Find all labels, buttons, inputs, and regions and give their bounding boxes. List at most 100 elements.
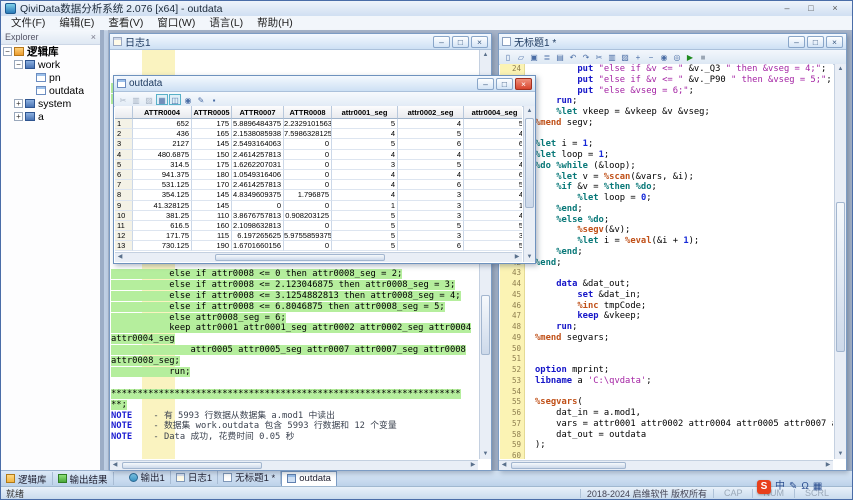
table-cell[interactable]: 314.5: [133, 160, 192, 170]
table-cell[interactable]: 4: [464, 129, 522, 139]
freeze-columns-icon[interactable]: ◫: [169, 94, 181, 105]
row-number[interactable]: 3: [115, 139, 133, 149]
zoom-out-icon[interactable]: −: [645, 52, 657, 63]
table-window-titlebar[interactable]: outdata – □ ×: [114, 76, 535, 92]
table-cell[interactable]: 5: [332, 231, 398, 241]
table-cell[interactable]: 3: [398, 190, 464, 200]
table-cell[interactable]: 160: [192, 221, 232, 231]
row-number[interactable]: 4: [115, 150, 133, 160]
menu-item[interactable]: 帮助(H): [250, 16, 300, 30]
table-cell[interactable]: 0: [284, 139, 332, 149]
table-cell[interactable]: 4: [398, 119, 464, 129]
menu-item[interactable]: 查看(V): [101, 16, 150, 30]
table-cell[interactable]: 0: [284, 160, 332, 170]
table-cell[interactable]: 3: [398, 211, 464, 221]
copy-icon[interactable]: ▥: [606, 52, 618, 63]
table-cell[interactable]: 190: [192, 241, 232, 251]
table-cell[interactable]: 115: [192, 231, 232, 241]
table-cell[interactable]: 0: [284, 221, 332, 231]
table-cell[interactable]: 6: [398, 180, 464, 190]
table-cell[interactable]: 3: [398, 201, 464, 211]
minimize-icon[interactable]: –: [788, 36, 805, 48]
tree-item[interactable]: +system: [1, 97, 100, 110]
grid-icon[interactable]: ▦: [813, 480, 822, 494]
code-horizontal-scrollbar[interactable]: ◀ ▶: [499, 460, 833, 470]
table-cell[interactable]: 0.908203125: [284, 211, 332, 221]
tree-item[interactable]: pn: [1, 71, 100, 84]
close-icon[interactable]: ×: [826, 36, 843, 48]
maximize-icon[interactable]: □: [807, 36, 824, 48]
table-cell[interactable]: 5: [398, 160, 464, 170]
table-cell[interactable]: 4: [398, 170, 464, 180]
table-cell[interactable]: 41.328125: [133, 201, 192, 211]
zoom-icon[interactable]: ◉: [182, 94, 194, 105]
new-file-icon[interactable]: ▯: [502, 52, 514, 63]
grid-horizontal-scrollbar[interactable]: ◀ ▶: [115, 252, 522, 262]
table-cell[interactable]: 2.4614257813: [232, 180, 284, 190]
table-cell[interactable]: 2.5493164063: [232, 139, 284, 149]
menu-item[interactable]: 语言(L): [202, 16, 250, 30]
table-cell[interactable]: 1.0549316406: [232, 170, 284, 180]
code-editor[interactable]: 24 put "else if &v <= " &v._Q3 " then &v…: [500, 64, 833, 459]
close-icon[interactable]: ×: [515, 78, 532, 90]
tree-item[interactable]: +a: [1, 110, 100, 123]
code-window-titlebar[interactable]: 无标题1 * – □ ×: [499, 34, 846, 50]
column-header[interactable]: [115, 106, 133, 119]
table-cell[interactable]: 6.197265625: [232, 231, 284, 241]
table-cell[interactable]: 1.6701660156: [232, 241, 284, 251]
table-cell[interactable]: 3: [398, 231, 464, 241]
table-cell[interactable]: 0: [284, 201, 332, 211]
cut-icon[interactable]: ✂: [117, 94, 129, 105]
table-cell[interactable]: 4: [332, 180, 398, 190]
table-cell[interactable]: 4: [464, 211, 522, 221]
close-icon[interactable]: ×: [471, 36, 488, 48]
table-cell[interactable]: 531.125: [133, 180, 192, 190]
table-cell[interactable]: 175: [192, 160, 232, 170]
table-cell[interactable]: 652: [133, 119, 192, 129]
row-number[interactable]: 13: [115, 241, 133, 251]
table-cell[interactable]: 0: [284, 150, 332, 160]
table-cell[interactable]: 4: [332, 129, 398, 139]
table-cell[interactable]: 6: [464, 170, 522, 180]
table-cell[interactable]: 6: [398, 241, 464, 251]
column-header[interactable]: attr0001_seg: [332, 106, 398, 119]
maximize-icon[interactable]: □: [802, 3, 820, 15]
column-header[interactable]: ATTR0005: [192, 106, 232, 119]
table-cell[interactable]: 480.6875: [133, 150, 192, 160]
table-cell[interactable]: 4: [398, 150, 464, 160]
table-cell[interactable]: 3: [332, 160, 398, 170]
table-cell[interactable]: 150: [192, 150, 232, 160]
table-cell[interactable]: 354.125: [133, 190, 192, 200]
row-number[interactable]: 6: [115, 170, 133, 180]
table-cell[interactable]: 5: [464, 221, 522, 231]
tree-item[interactable]: −逻辑库: [1, 45, 100, 58]
maximize-icon[interactable]: □: [452, 36, 469, 48]
sogou-icon[interactable]: S: [757, 480, 771, 494]
table-cell[interactable]: 7.5986328125: [284, 129, 332, 139]
table-cell[interactable]: 5: [398, 129, 464, 139]
find-next-icon[interactable]: ◎: [671, 52, 683, 63]
panel-tab[interactable]: 逻辑库: [1, 472, 53, 485]
row-number[interactable]: 12: [115, 231, 133, 241]
menu-item[interactable]: 文件(F): [4, 16, 52, 30]
row-number[interactable]: 8: [115, 190, 133, 200]
symbol-icon[interactable]: Ω: [801, 480, 808, 494]
table-cell[interactable]: 730.125: [133, 241, 192, 251]
column-header[interactable]: ATTR0008: [284, 106, 332, 119]
table-cell[interactable]: 6: [398, 139, 464, 149]
zoom-in-icon[interactable]: +: [632, 52, 644, 63]
row-number[interactable]: 2: [115, 129, 133, 139]
table-cell[interactable]: 6: [464, 139, 522, 149]
column-header[interactable]: ATTR0007: [232, 106, 284, 119]
table-cell[interactable]: 145: [192, 139, 232, 149]
table-cell[interactable]: 4: [332, 190, 398, 200]
table-cell[interactable]: 5.8896484375: [232, 119, 284, 129]
table-cell[interactable]: 2.2329101563: [284, 119, 332, 129]
table-cell[interactable]: 3: [464, 231, 522, 241]
table-cell[interactable]: 1.6262207031: [232, 160, 284, 170]
table-cell[interactable]: 4: [332, 150, 398, 160]
table-cell[interactable]: 5: [332, 119, 398, 129]
row-number[interactable]: 5: [115, 160, 133, 170]
table-cell[interactable]: 110: [192, 211, 232, 221]
table-cell[interactable]: 5: [332, 139, 398, 149]
